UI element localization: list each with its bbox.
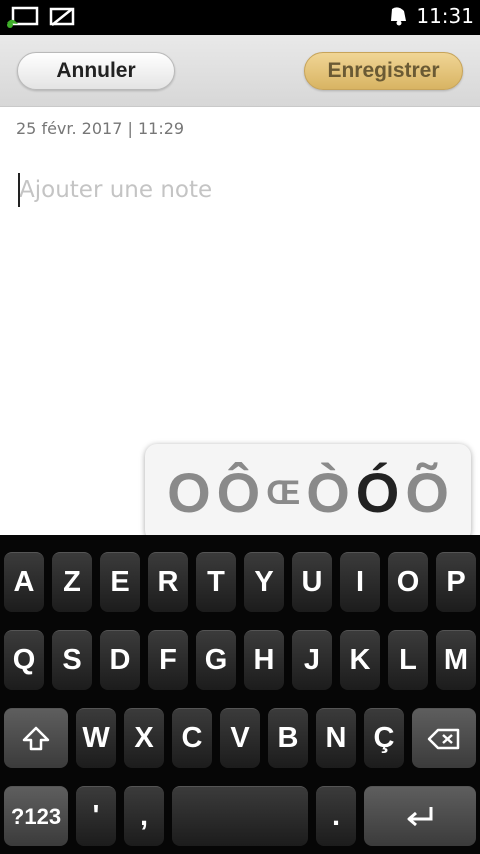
space-key[interactable] <box>172 786 308 846</box>
key-i[interactable]: I <box>340 552 380 612</box>
keyboard: A Z E R T Y U I O P Q S D F G H J K L M … <box>0 535 480 854</box>
status-time: 11:31 <box>416 4 474 28</box>
cancel-button[interactable]: Annuler <box>17 52 175 90</box>
key-k[interactable]: K <box>340 630 380 690</box>
note-area <box>16 168 459 212</box>
key-v[interactable]: V <box>220 708 260 768</box>
key-y[interactable]: Y <box>244 552 284 612</box>
apostrophe-key[interactable]: ' <box>76 786 116 846</box>
accent-option-o-grave[interactable]: Ò <box>303 465 353 521</box>
status-left-icons <box>6 6 76 28</box>
enter-icon <box>407 806 433 826</box>
notification-bell-icon <box>391 7 407 26</box>
key-b[interactable]: B <box>268 708 308 768</box>
shift-icon <box>22 726 50 750</box>
note-input[interactable] <box>16 168 459 212</box>
accent-option-o-tilde[interactable]: Õ <box>402 465 452 521</box>
key-q[interactable]: Q <box>4 630 44 690</box>
action-bar: Annuler Enregistrer <box>0 35 480 107</box>
key-n[interactable]: N <box>316 708 356 768</box>
accent-option-o-acute[interactable]: Ó <box>353 465 403 521</box>
screen-cast-icon <box>7 6 39 28</box>
accent-popup: O Ô Œ Ò Ó Õ <box>145 444 471 542</box>
key-d[interactable]: D <box>100 630 140 690</box>
text-cursor <box>18 173 20 207</box>
key-p[interactable]: P <box>436 552 476 612</box>
backspace-icon <box>427 728 460 749</box>
key-a[interactable]: A <box>4 552 44 612</box>
symbols-key[interactable]: ?123 <box>4 786 68 846</box>
shift-key[interactable] <box>4 708 68 768</box>
accent-option-o-circumflex[interactable]: Ô <box>214 465 264 521</box>
key-z[interactable]: Z <box>52 552 92 612</box>
key-o[interactable]: O <box>388 552 428 612</box>
key-j[interactable]: J <box>292 630 332 690</box>
key-g[interactable]: G <box>196 630 236 690</box>
status-right: 11:31 <box>388 4 474 28</box>
key-r[interactable]: R <box>148 552 188 612</box>
note-timestamp: 25 févr. 2017 | 11:29 <box>16 119 185 138</box>
period-key[interactable]: . <box>316 786 356 846</box>
key-c[interactable]: C <box>172 708 212 768</box>
key-l[interactable]: L <box>388 630 428 690</box>
key-m[interactable]: M <box>436 630 476 690</box>
key-h[interactable]: H <box>244 630 284 690</box>
key-w[interactable]: W <box>76 708 116 768</box>
no-sim-icon <box>49 7 75 26</box>
accent-option-o[interactable]: O <box>164 465 214 521</box>
enter-key[interactable] <box>364 786 476 846</box>
key-f[interactable]: F <box>148 630 188 690</box>
backspace-key[interactable] <box>412 708 476 768</box>
key-e[interactable]: E <box>100 552 140 612</box>
key-x[interactable]: X <box>124 708 164 768</box>
key-t[interactable]: T <box>196 552 236 612</box>
key-c-cedilla[interactable]: Ç <box>364 708 404 768</box>
key-s[interactable]: S <box>52 630 92 690</box>
accent-option-oe[interactable]: Œ <box>263 476 303 510</box>
status-bar: 11:31 <box>0 0 480 35</box>
save-button[interactable]: Enregistrer <box>304 52 463 90</box>
key-u[interactable]: U <box>292 552 332 612</box>
comma-key[interactable]: , <box>124 786 164 846</box>
